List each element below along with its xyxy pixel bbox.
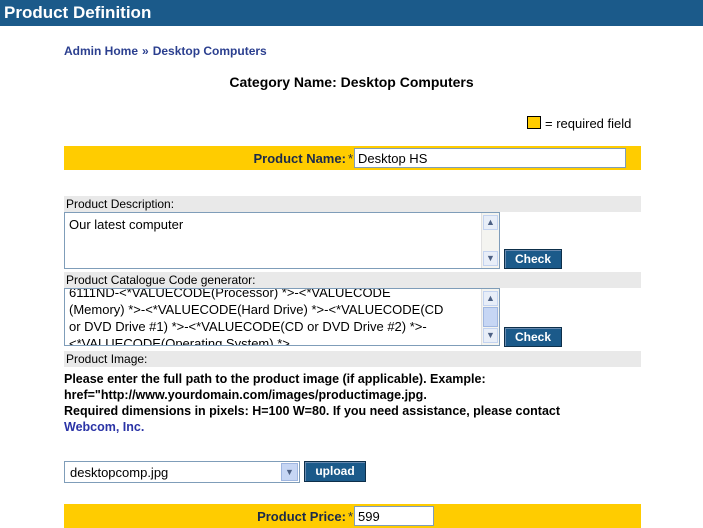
description-check-button[interactable]: Check bbox=[504, 249, 562, 269]
catalogue-code-text: 6111ND-<*VALUECODE(Processor) *>-<*VALUE… bbox=[65, 288, 499, 346]
product-name-label-text: Product Name: bbox=[253, 151, 346, 166]
webcom-contact-link[interactable]: Webcom, Inc. bbox=[64, 419, 664, 435]
product-description-text: Our latest computer bbox=[69, 217, 184, 232]
product-price-label: Product Price: * bbox=[257, 509, 353, 524]
instruction-line: href="http://www.yourdomain.com/images/p… bbox=[64, 388, 427, 402]
product-image-select[interactable]: desktopcomp.jpg ▼ bbox=[64, 461, 300, 483]
product-name-label: Product Name: * bbox=[253, 151, 353, 166]
product-description-label: Product Description: bbox=[64, 196, 641, 212]
page-title: Product Definition bbox=[4, 3, 152, 22]
product-image-label: Product Image: bbox=[64, 351, 641, 367]
scroll-up-icon[interactable]: ▲ bbox=[483, 291, 498, 306]
catalogue-code-textarea[interactable]: 6111ND-<*VALUECODE(Processor) *>-<*VALUE… bbox=[64, 288, 500, 346]
chevron-down-icon[interactable]: ▼ bbox=[281, 463, 298, 481]
description-scrollbar[interactable]: ▲ ▼ bbox=[481, 213, 499, 268]
product-description-textarea[interactable]: Our latest computer ▲ ▼ bbox=[64, 212, 500, 269]
product-image-instructions: Please enter the full path to the produc… bbox=[64, 371, 664, 435]
required-asterisk: * bbox=[347, 151, 353, 166]
page-header: Product Definition bbox=[0, 0, 703, 26]
breadcrumb-desktop-computers-link[interactable]: Desktop Computers bbox=[153, 44, 267, 58]
category-name-heading: Category Name: Desktop Computers bbox=[229, 74, 474, 90]
product-price-input[interactable] bbox=[354, 506, 434, 526]
breadcrumb: Admin Home » Desktop Computers bbox=[64, 44, 267, 58]
scroll-up-icon[interactable]: ▲ bbox=[483, 215, 498, 230]
product-name-row: Product Name: * bbox=[64, 146, 641, 170]
product-name-input[interactable] bbox=[354, 148, 626, 168]
catalogue-code-label: Product Catalogue Code generator: bbox=[64, 272, 641, 288]
catalogue-check-button[interactable]: Check bbox=[504, 327, 562, 347]
scroll-thumb[interactable] bbox=[483, 307, 498, 327]
required-legend-text: = required field bbox=[545, 116, 632, 131]
required-color-swatch bbox=[527, 116, 541, 129]
instruction-line: Please enter the full path to the produc… bbox=[64, 372, 486, 386]
breadcrumb-admin-home-link[interactable]: Admin Home bbox=[64, 44, 138, 58]
breadcrumb-separator: » bbox=[142, 44, 149, 58]
catalogue-code-line: 6111ND-<*VALUECODE(Processor) *>-<*VALUE… bbox=[69, 288, 391, 300]
product-price-label-text: Product Price: bbox=[257, 509, 346, 524]
upload-button[interactable]: upload bbox=[304, 461, 366, 482]
scroll-down-icon[interactable]: ▼ bbox=[483, 251, 498, 266]
catalogue-code-line: or DVD Drive #1) *>-<*VALUECODE(CD or DV… bbox=[69, 319, 427, 334]
required-legend: = required field bbox=[527, 116, 631, 131]
instruction-line: Required dimensions in pixels: H=100 W=8… bbox=[64, 404, 561, 418]
selected-image-file: desktopcomp.jpg bbox=[70, 465, 169, 480]
product-price-row: Product Price: * bbox=[64, 504, 641, 528]
catalogue-code-line: (Memory) *>-<*VALUECODE(Hard Drive) *>-<… bbox=[69, 302, 444, 317]
required-asterisk: * bbox=[347, 509, 353, 524]
catalogue-scrollbar[interactable]: ▲ ▼ bbox=[481, 289, 499, 345]
catalogue-code-line: <*VALUECODE(Operating System) *> bbox=[69, 336, 290, 346]
scroll-down-icon[interactable]: ▼ bbox=[483, 328, 498, 343]
